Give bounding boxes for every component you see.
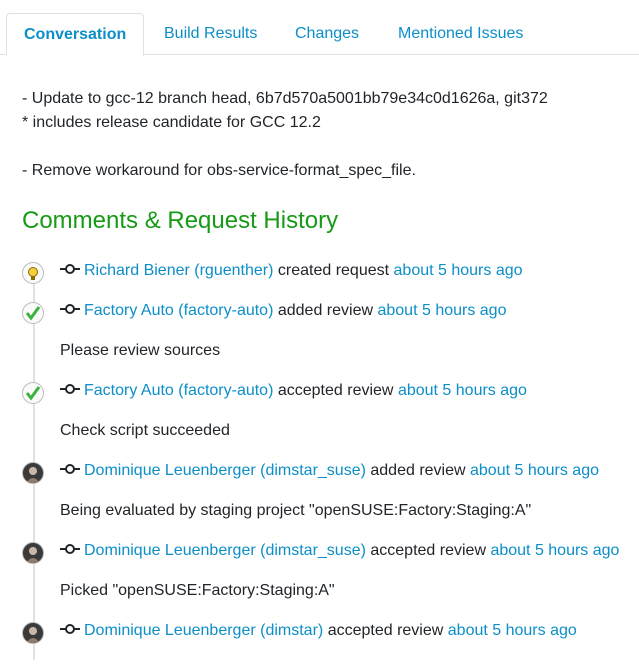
event-summary: Dominique Leuenberger (dimstar_suse) acc… xyxy=(60,539,619,563)
event-summary: Factory Auto (factory-auto) added review… xyxy=(60,299,506,323)
photo-avatar[interactable] xyxy=(22,622,44,644)
user-link[interactable]: Dominique Leuenberger (dimstar_suse) xyxy=(84,542,366,559)
tab-mentioned-issues[interactable]: Mentioned Issues xyxy=(381,13,540,55)
event-summary: Dominique Leuenberger (dimstar) accepted… xyxy=(60,619,577,643)
event-summary: Dominique Leuenberger (dimstar_suse) add… xyxy=(60,459,599,483)
checkmark-avatar[interactable] xyxy=(22,382,44,404)
event-action: accepted review xyxy=(370,542,486,559)
commit-icon xyxy=(60,302,80,316)
event-summary: Factory Auto (factory-auto) accepted rev… xyxy=(60,379,527,403)
user-link[interactable]: Dominique Leuenberger (dimstar_suse) xyxy=(84,462,366,479)
timestamp-link[interactable]: about 5 hours ago xyxy=(448,622,577,639)
history-title: Comments & Request History xyxy=(22,207,339,234)
commit-icon xyxy=(60,622,80,636)
event-action: accepted review xyxy=(327,622,444,639)
tab-changes[interactable]: Changes xyxy=(278,13,376,55)
timestamp-link[interactable]: about 5 hours ago xyxy=(490,542,619,559)
description-line: * includes release candidate for GCC 12.… xyxy=(22,114,321,131)
timestamp-link[interactable]: about 5 hours ago xyxy=(398,382,527,399)
tab-build-results[interactable]: Build Results xyxy=(147,13,274,55)
request-description: - Update to gcc-12 branch head, 6b7d570a… xyxy=(22,87,548,183)
event-comment: Being evaluated by staging project "open… xyxy=(60,502,532,519)
event-comment: Check script succeeded xyxy=(60,422,230,439)
event-action: created request xyxy=(277,262,390,279)
commit-icon xyxy=(60,542,80,556)
checkmark-avatar[interactable] xyxy=(22,302,44,324)
commit-icon xyxy=(60,262,80,276)
photo-avatar[interactable] xyxy=(22,462,44,484)
event-action: added review xyxy=(277,302,374,319)
user-link[interactable]: Factory Auto (factory-auto) xyxy=(84,382,273,399)
commit-icon xyxy=(60,382,80,396)
timestamp-link[interactable]: about 5 hours ago xyxy=(470,462,599,479)
event-comment: Picked "openSUSE:Factory:Staging:A" xyxy=(60,582,335,599)
tab-conversation[interactable]: Conversation xyxy=(6,13,145,56)
event-comment: Please review sources xyxy=(60,342,221,359)
description-line: - Remove workaround for obs-service-form… xyxy=(22,162,416,179)
event-action: added review xyxy=(370,462,466,479)
user-link[interactable]: Richard Biener (rguenther) xyxy=(84,262,273,279)
request-tabs: Conversation Build Results Changes Menti… xyxy=(0,13,639,56)
bulb-avatar[interactable] xyxy=(22,262,44,284)
photo-avatar[interactable] xyxy=(22,542,44,564)
description-line: - Update to gcc-12 branch head, 6b7d570a… xyxy=(22,90,548,107)
user-link[interactable]: Dominique Leuenberger (dimstar) xyxy=(84,622,323,639)
timestamp-link[interactable]: about 5 hours ago xyxy=(377,302,506,319)
event-action: accepted review xyxy=(277,382,394,399)
user-link[interactable]: Factory Auto (factory-auto) xyxy=(84,302,273,319)
commit-icon xyxy=(60,462,80,476)
timestamp-link[interactable]: about 5 hours ago xyxy=(394,262,523,279)
description-line xyxy=(22,135,548,159)
event-summary: Richard Biener (rguenther) created reque… xyxy=(60,259,523,283)
